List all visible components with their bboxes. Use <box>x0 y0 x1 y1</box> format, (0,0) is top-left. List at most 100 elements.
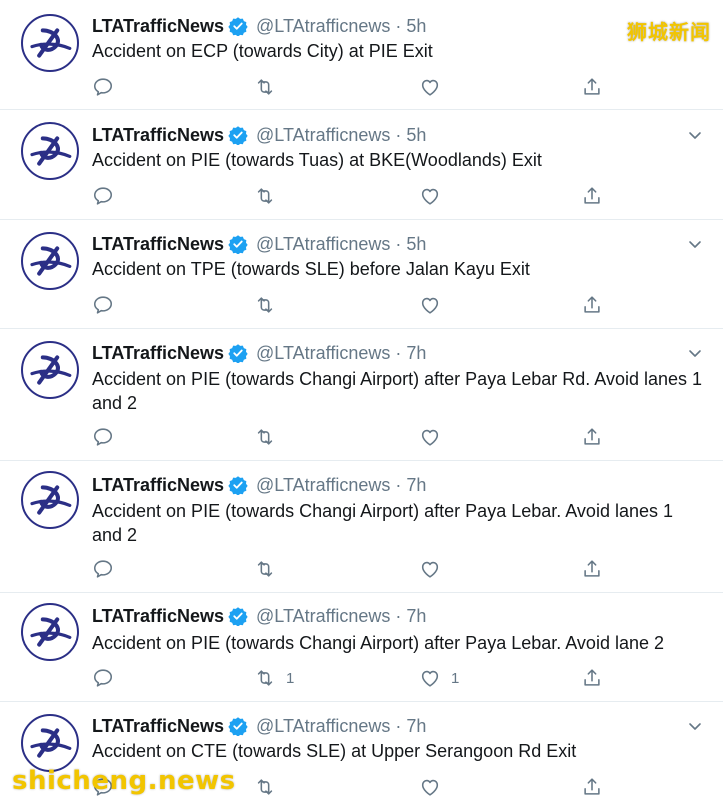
chevron-down-icon <box>689 723 701 730</box>
lta-logo-icon <box>30 136 72 166</box>
tweet[interactable]: LTATrafficNews @LTAtrafficnews · 5h Acci… <box>0 0 723 110</box>
retweet-button[interactable] <box>254 184 286 208</box>
tweet-text: Accident on TPE (towards SLE) before Jal… <box>92 259 530 279</box>
like-count: 1 <box>451 669 460 687</box>
like-button[interactable] <box>419 557 451 581</box>
timestamp[interactable]: 7h <box>406 343 426 364</box>
author-handle[interactable]: @LTAtrafficnews <box>256 125 390 146</box>
author-handle[interactable]: @LTAtrafficnews <box>256 234 390 255</box>
retweet-icon <box>257 561 273 577</box>
reply-button[interactable] <box>92 293 114 317</box>
retweet-button[interactable] <box>254 293 286 317</box>
avatar[interactable] <box>21 714 79 772</box>
share-button[interactable] <box>581 557 603 581</box>
share-button[interactable] <box>581 75 603 99</box>
separator: · <box>395 715 402 736</box>
retweet-count: 1 <box>286 669 295 687</box>
share-button[interactable] <box>581 184 603 208</box>
tweet[interactable]: LTATrafficNews @LTAtrafficnews · 5h Acci… <box>0 110 723 220</box>
like-button[interactable] <box>419 184 451 208</box>
tweet-header: LTATrafficNews @LTAtrafficnews · 7h <box>92 714 426 738</box>
tweet-header: LTATrafficNews @LTAtrafficnews · 7h <box>92 341 426 365</box>
like-button[interactable] <box>419 293 451 317</box>
share-icon <box>584 428 600 445</box>
share-icon <box>584 296 600 313</box>
share-button[interactable] <box>581 293 603 317</box>
more-options-button[interactable] <box>687 345 703 361</box>
retweet-button[interactable] <box>254 75 286 99</box>
reply-button[interactable] <box>92 184 114 208</box>
author-handle[interactable]: @LTAtrafficnews <box>256 716 390 737</box>
lta-logo-icon <box>30 485 72 515</box>
avatar[interactable] <box>21 232 79 290</box>
timestamp[interactable]: 5h <box>406 125 426 146</box>
author-handle[interactable]: @LTAtrafficnews <box>256 16 390 37</box>
retweet-button[interactable] <box>254 557 286 581</box>
share-button[interactable] <box>581 425 603 449</box>
reply-icon <box>93 78 113 96</box>
more-options-button[interactable] <box>687 236 703 252</box>
avatar[interactable] <box>21 603 79 661</box>
author-name[interactable]: LTATrafficNews <box>92 606 224 627</box>
tweet-header: LTATrafficNews @LTAtrafficnews · 7h <box>92 604 426 628</box>
tweet-header: LTATrafficNews @LTAtrafficnews · 7h <box>92 473 426 497</box>
retweet-button[interactable]: 1 <box>254 666 294 690</box>
reply-button[interactable] <box>92 557 114 581</box>
reply-button[interactable] <box>92 425 114 449</box>
reply-icon <box>93 187 113 205</box>
tweet[interactable]: LTATrafficNews @LTAtrafficnews · 7h Acci… <box>0 329 723 461</box>
retweet-button[interactable] <box>254 425 286 449</box>
author-name[interactable]: LTATrafficNews <box>92 16 224 37</box>
author-name[interactable]: LTATrafficNews <box>92 343 224 364</box>
timestamp[interactable]: 7h <box>406 475 426 496</box>
share-icon <box>584 669 600 686</box>
more-options-button[interactable] <box>687 127 703 143</box>
share-icon <box>584 78 600 95</box>
verified-badge-icon <box>228 234 248 254</box>
verified-badge-icon <box>228 125 248 145</box>
timestamp[interactable]: 7h <box>406 606 426 627</box>
lta-logo-icon <box>30 355 72 385</box>
like-button[interactable] <box>419 425 451 449</box>
avatar[interactable] <box>21 471 79 529</box>
retweet-icon <box>257 297 273 313</box>
timestamp[interactable]: 5h <box>406 16 426 37</box>
retweet-icon <box>257 79 273 95</box>
share-button[interactable] <box>581 666 603 690</box>
timestamp[interactable]: 5h <box>406 234 426 255</box>
author-name[interactable]: LTATrafficNews <box>92 716 224 737</box>
tweet[interactable]: LTATrafficNews @LTAtrafficnews · 7h Acci… <box>0 593 723 702</box>
avatar[interactable] <box>21 122 79 180</box>
author-handle[interactable]: @LTAtrafficnews <box>256 343 390 364</box>
tweet-actions <box>92 293 612 317</box>
reply-button[interactable] <box>92 75 114 99</box>
author-name[interactable]: LTATrafficNews <box>92 475 224 496</box>
tweet[interactable]: LTATrafficNews @LTAtrafficnews · 5h Acci… <box>0 220 723 329</box>
timestamp[interactable]: 7h <box>406 716 426 737</box>
heart-icon <box>421 297 439 314</box>
avatar[interactable] <box>21 341 79 399</box>
like-button[interactable] <box>419 775 451 799</box>
tweet-feed: LTATrafficNews @LTAtrafficnews · 5h Acci… <box>0 0 723 800</box>
author-name[interactable]: LTATrafficNews <box>92 234 224 255</box>
tweet-text: Accident on PIE (towards Tuas) at BKE(Wo… <box>92 150 542 170</box>
more-options-button[interactable] <box>687 718 703 734</box>
author-name[interactable]: LTATrafficNews <box>92 125 224 146</box>
retweet-button[interactable] <box>254 775 286 799</box>
reply-button[interactable] <box>92 666 114 690</box>
lta-logo-icon <box>30 617 72 647</box>
retweet-icon <box>257 670 273 686</box>
verified-badge-icon <box>228 475 248 495</box>
like-button[interactable] <box>419 75 451 99</box>
retweet-icon <box>257 188 273 204</box>
verified-badge-icon <box>228 343 248 363</box>
chevron-down-icon <box>689 132 701 139</box>
avatar[interactable] <box>21 14 79 72</box>
share-button[interactable] <box>581 775 603 799</box>
like-button[interactable]: 1 <box>419 666 459 690</box>
author-handle[interactable]: @LTAtrafficnews <box>256 475 390 496</box>
tweet-header: LTATrafficNews @LTAtrafficnews · 5h <box>92 123 426 147</box>
tweet-text: Accident on ECP (towards City) at PIE Ex… <box>92 41 433 61</box>
tweet[interactable]: LTATrafficNews @LTAtrafficnews · 7h Acci… <box>0 461 723 593</box>
author-handle[interactable]: @LTAtrafficnews <box>256 606 390 627</box>
